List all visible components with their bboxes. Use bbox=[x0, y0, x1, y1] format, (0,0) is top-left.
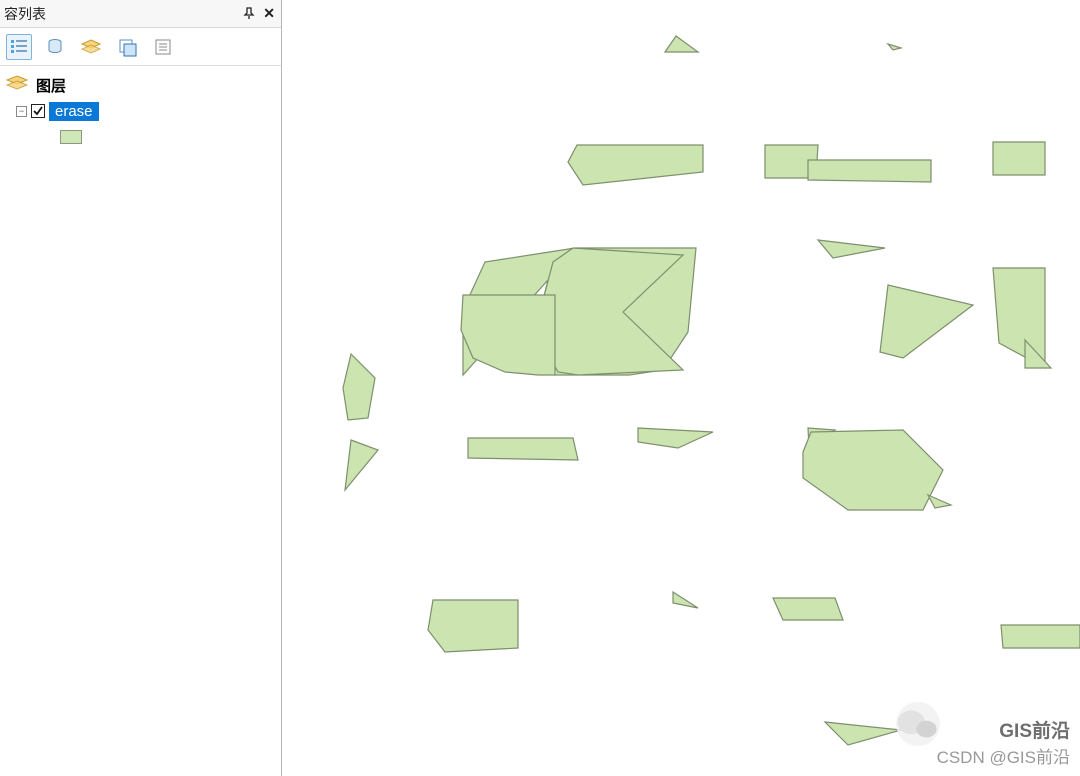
tree-layer-row[interactable]: − erase bbox=[6, 100, 275, 122]
close-icon[interactable]: ✕ bbox=[263, 5, 275, 22]
layers-icon bbox=[6, 75, 28, 96]
expand-collapse-toggle[interactable]: − bbox=[16, 106, 27, 117]
wechat-bubble-icon bbox=[896, 702, 940, 746]
list-by-source-button[interactable] bbox=[42, 34, 68, 60]
options-button[interactable] bbox=[150, 34, 176, 60]
layer-tree: 图层 − erase bbox=[0, 66, 281, 156]
database-icon bbox=[45, 37, 65, 57]
map-view[interactable]: GIS前沿 CSDN @GIS前沿 bbox=[283, 0, 1080, 776]
list-by-visibility-button[interactable] bbox=[78, 34, 104, 60]
selection-icon bbox=[117, 37, 137, 57]
layer-symbol-swatch[interactable] bbox=[60, 130, 82, 144]
options-icon bbox=[153, 37, 173, 57]
layer-visibility-checkbox[interactable] bbox=[31, 104, 45, 118]
layers-stack-icon bbox=[80, 37, 102, 57]
list-by-drawing-order-button[interactable] bbox=[6, 34, 32, 60]
layer-name-label[interactable]: erase bbox=[49, 102, 99, 121]
panel-title: 容列表 bbox=[4, 4, 46, 24]
toc-toolbar bbox=[0, 28, 281, 66]
list-by-selection-button[interactable] bbox=[114, 34, 140, 60]
tree-root-label: 图层 bbox=[36, 75, 66, 96]
pin-icon[interactable] bbox=[243, 6, 255, 22]
tree-symbology-row bbox=[6, 126, 275, 148]
panel-window-controls: ✕ bbox=[243, 5, 275, 22]
list-by-drawing-order-icon bbox=[9, 37, 29, 57]
tree-root-row[interactable]: 图层 bbox=[6, 74, 275, 96]
panel-header: 容列表 ✕ bbox=[0, 0, 281, 28]
map-canvas bbox=[283, 0, 1080, 776]
table-of-contents-panel: 容列表 ✕ bbox=[0, 0, 282, 776]
